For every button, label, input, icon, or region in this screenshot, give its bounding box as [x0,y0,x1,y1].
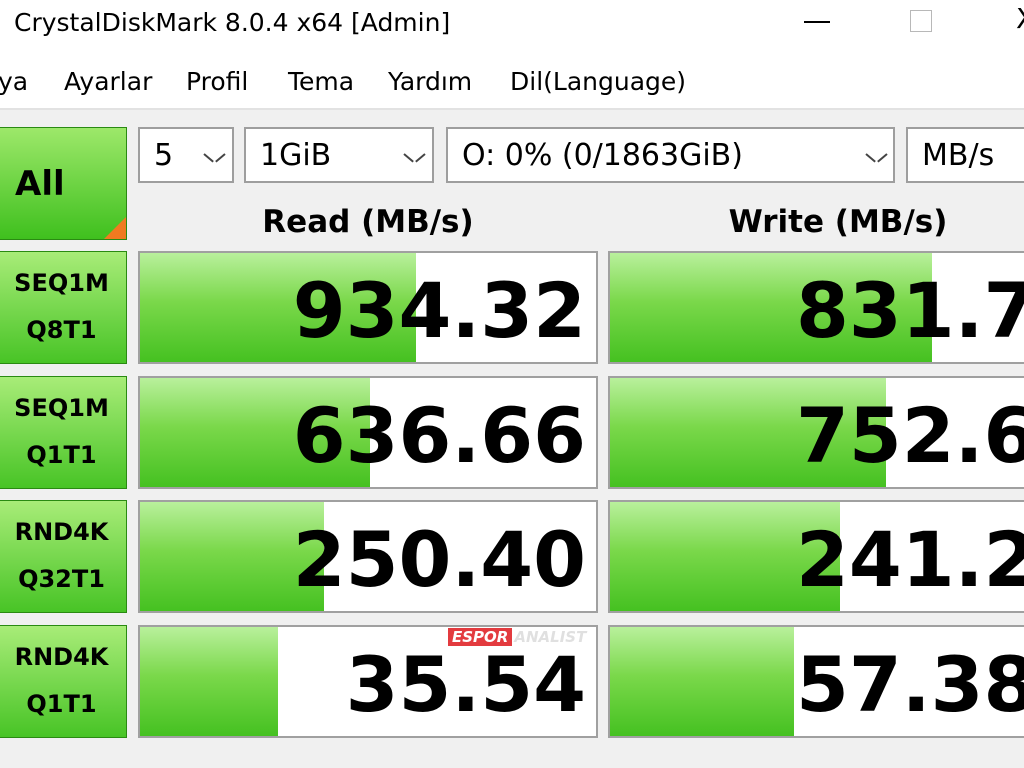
corner-marker-icon [104,217,126,239]
menu-help[interactable]: Yardım [388,66,472,98]
test-label-button[interactable]: SEQ1M Q8T1 [0,251,127,364]
read-result-cell: 636.66 [138,376,598,489]
window-title: CrystalDiskMark 8.0.4 x64 [Admin] [14,8,451,37]
test-count-value: 5 [154,138,174,173]
watermark-part2: ANALIST [514,628,587,646]
maximize-icon [910,10,932,32]
test-params: Q1T1 [26,690,97,718]
maximize-button[interactable] [886,0,956,46]
test-name: SEQ1M [14,394,109,422]
drive-value: O: 0% (0/1863GiB) [462,138,743,173]
menu-profile[interactable]: Profil [186,66,248,98]
menu-theme[interactable]: Tema [288,66,354,98]
read-value: 35.54 [345,640,586,729]
write-level-bar [610,627,794,736]
run-all-button[interactable]: All [0,127,127,240]
close-icon: X [1016,4,1024,34]
minimize-button[interactable] [780,0,850,46]
write-column-header: Write (MB/s) [728,204,948,240]
write-result-cell: 752.63 [608,376,1024,489]
read-value: 250.40 [292,515,586,604]
test-label-button[interactable]: RND4K Q32T1 [0,500,127,613]
title-bar: CrystalDiskMark 8.0.4 x64 [Admin] X [0,0,1024,46]
read-level-bar [140,627,278,736]
test-label-button[interactable]: RND4K Q1T1 [0,625,127,738]
write-value: 57.38 [796,640,1024,729]
write-result-cell: 57.38 [608,625,1024,738]
close-button[interactable]: X [990,0,1024,46]
run-all-label: All [15,164,65,204]
unit-value: MB/s [922,138,995,173]
drive-select[interactable]: O: 0% (0/1863GiB) [446,127,895,183]
unit-select[interactable]: MB/s [906,127,1024,183]
write-value: 752.63 [796,391,1024,480]
menu-file[interactable]: ya [0,66,28,98]
test-params: Q8T1 [26,316,97,344]
test-label-button[interactable]: SEQ1M Q1T1 [0,376,127,489]
read-column-header: Read (MB/s) [262,204,474,240]
test-name: RND4K [14,643,109,671]
read-result-cell: 250.40 [138,500,598,613]
benchmark-panel: All 5 1GiB O: 0% (0/1863GiB) MB/s Read (… [0,110,1024,768]
test-params: Q32T1 [18,565,105,593]
write-value: 831.75 [796,266,1024,355]
test-name: SEQ1M [14,269,109,297]
watermark-part1: ESPOR [448,628,513,646]
minimize-icon [804,21,830,23]
test-params: Q1T1 [26,441,97,469]
test-size-value: 1GiB [260,138,332,173]
write-result-cell: 241.25 [608,500,1024,613]
test-count-select[interactable]: 5 [138,127,234,183]
read-result-cell: 934.32 [138,251,598,364]
write-value: 241.25 [796,515,1024,604]
read-value: 934.32 [292,266,586,355]
watermark: ESPOR ANALIST [448,626,586,648]
menu-bar: ya Ayarlar Profil Tema Yardım Dil(Langua… [0,46,1024,110]
test-name: RND4K [14,518,109,546]
menu-language[interactable]: Dil(Language) [510,66,686,98]
write-result-cell: 831.75 [608,251,1024,364]
test-size-select[interactable]: 1GiB [244,127,434,183]
menu-settings[interactable]: Ayarlar [64,66,152,98]
read-value: 636.66 [292,391,586,480]
